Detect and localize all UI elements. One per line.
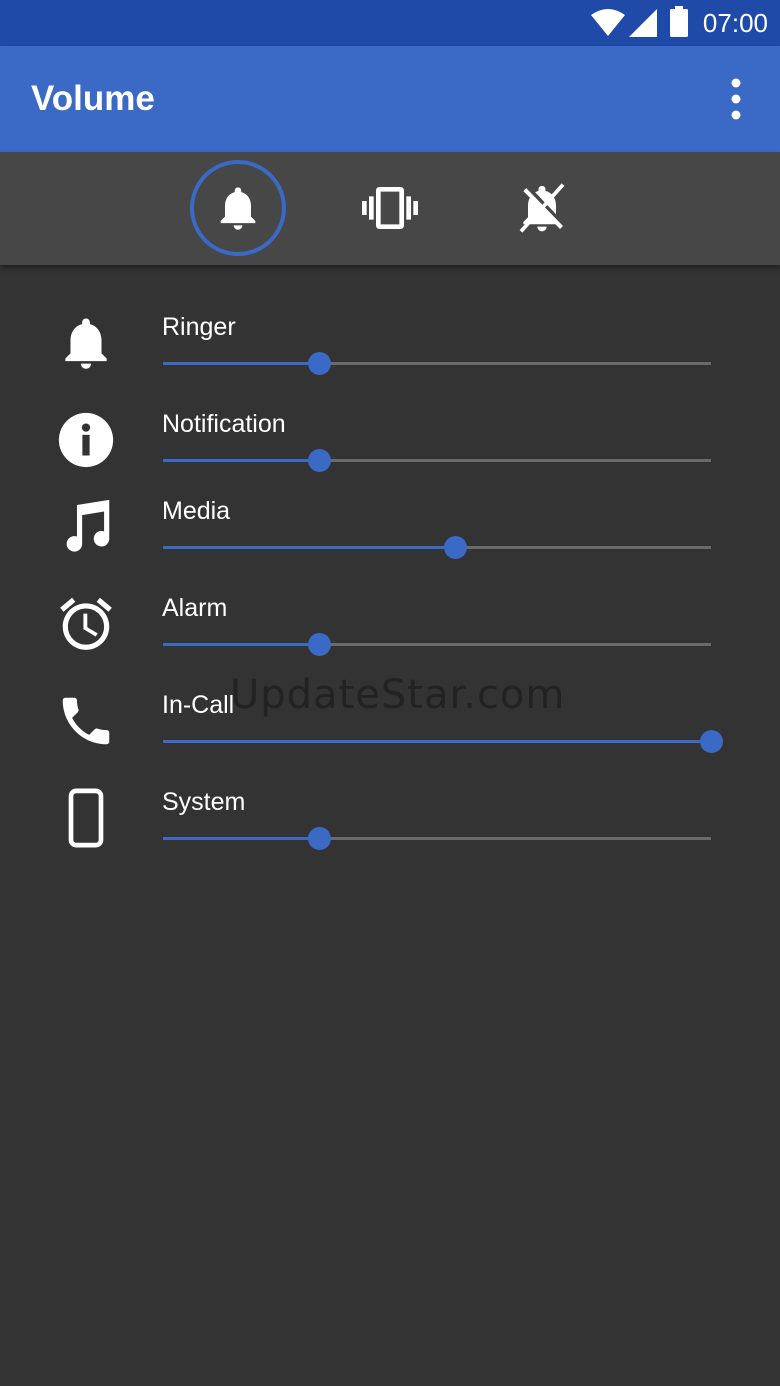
volume-row-media: Media: [0, 496, 780, 586]
phone-icon: [62, 697, 110, 745]
volume-label: Alarm: [162, 594, 228, 622]
bell-icon: [220, 187, 256, 230]
in-call-volume-slider[interactable]: [163, 728, 723, 754]
volume-label: System: [162, 788, 246, 816]
status-bar: 07:00: [0, 0, 780, 46]
slider-fill: [163, 362, 319, 365]
ringer-volume-slider[interactable]: [163, 350, 711, 376]
slider-fill: [163, 837, 319, 840]
battery-icon: [670, 6, 688, 37]
volume-row-ringer: Ringer: [0, 312, 780, 402]
app-bar: Volume: [0, 46, 780, 152]
volume-label: Media: [162, 497, 231, 525]
bell-off-icon: [519, 183, 565, 233]
slider-fill: [163, 643, 319, 646]
volume-row-alarm: Alarm: [0, 593, 780, 683]
slider-fill: [163, 546, 455, 549]
signal-icon: [629, 9, 657, 37]
volume-row-in-call: In-Call: [0, 690, 780, 780]
slider-thumb[interactable]: [308, 449, 331, 472]
more-vert-icon: [731, 78, 741, 120]
smartphone-icon: [68, 788, 104, 848]
page-title: Volume: [31, 79, 155, 118]
ringer-mode-bar: [0, 152, 780, 265]
slider-thumb[interactable]: [308, 352, 331, 375]
slider-fill: [163, 740, 711, 743]
slider-thumb[interactable]: [700, 730, 723, 753]
volume-label: In-Call: [162, 691, 235, 719]
overflow-menu-button[interactable]: [726, 76, 746, 122]
volume-row-system: System: [0, 787, 780, 877]
bell-icon: [65, 318, 107, 369]
music-note-icon: [66, 499, 110, 552]
silent-mode-button[interactable]: [494, 160, 590, 256]
alarm-clock-icon: [60, 597, 112, 650]
info-icon: [58, 412, 114, 468]
notification-volume-slider[interactable]: [163, 447, 711, 473]
ring-mode-button[interactable]: [190, 160, 286, 256]
alarm-volume-slider[interactable]: [163, 631, 711, 657]
slider-thumb[interactable]: [308, 633, 331, 656]
volume-label: Notification: [162, 410, 286, 438]
media-volume-slider[interactable]: [163, 534, 711, 560]
slider-thumb[interactable]: [308, 827, 331, 850]
vibrate-mode-button[interactable]: [342, 160, 438, 256]
slider-thumb[interactable]: [444, 536, 467, 559]
status-clock: 07:00: [702, 8, 768, 38]
vibrate-icon: [362, 187, 418, 229]
system-volume-slider[interactable]: [163, 825, 711, 851]
slider-fill: [163, 459, 319, 462]
wifi-icon: [591, 9, 625, 36]
volume-label: Ringer: [162, 313, 236, 341]
volume-row-notification: Notification: [0, 409, 780, 499]
